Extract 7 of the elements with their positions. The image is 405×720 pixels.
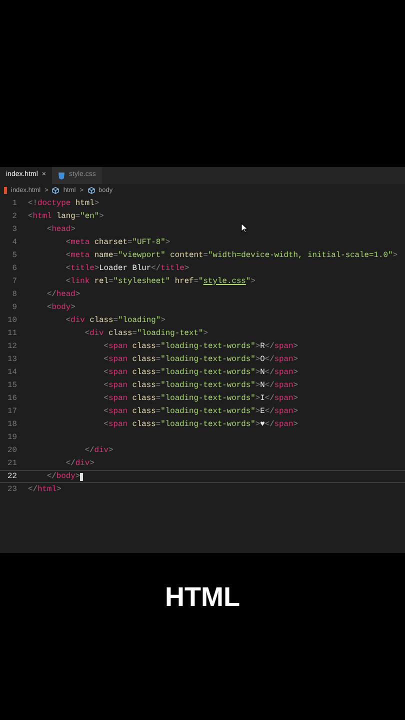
cube-icon — [52, 187, 60, 194]
file-icon — [4, 187, 7, 194]
mouse-pointer-icon — [241, 223, 248, 233]
text-cursor — [80, 472, 84, 480]
cube-icon — [88, 187, 94, 194]
css-file-icon — [58, 172, 65, 180]
caption-text: HTML — [165, 581, 240, 614]
